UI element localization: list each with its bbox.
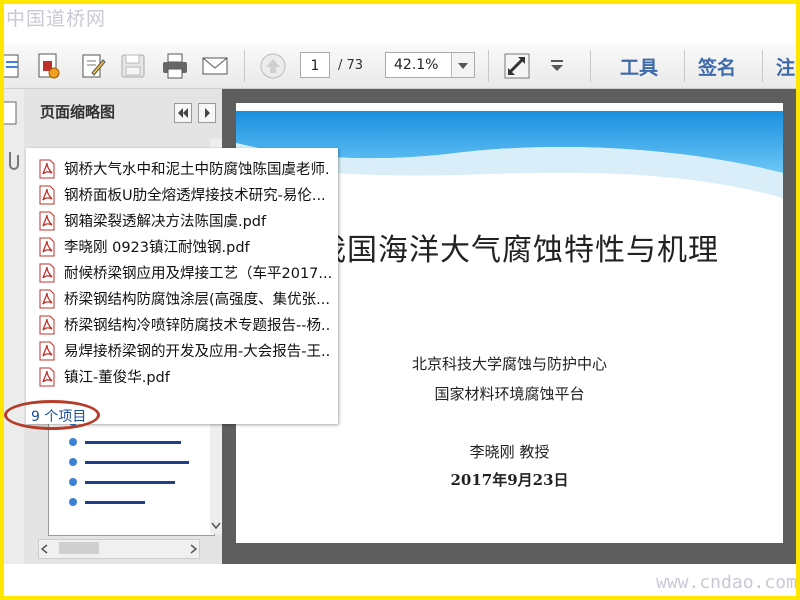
page-number-input[interactable]: 1 <box>300 52 330 78</box>
file-name: 李晓刚 0923镇江耐蚀钢.pdf <box>64 240 250 256</box>
chevron-left-icon[interactable] <box>41 544 49 554</box>
thumbnail-bullet <box>69 458 77 466</box>
fit-page-icon[interactable] <box>502 51 532 81</box>
file-name: 镇江-董俊华.pdf <box>64 370 170 386</box>
toolbar-separator <box>762 50 763 82</box>
thumbnail-line <box>85 441 181 444</box>
attachments-popup: 钢桥大气水中和泥土中防腐蚀陈国虞老师. 钢桥面板U肋全熔透焊接技术研究-易伦...… <box>26 148 338 425</box>
pdf-file-icon <box>39 211 55 231</box>
pdf-file-icon <box>39 289 55 309</box>
pdf-file-icon <box>39 185 55 205</box>
pdf-file-icon <box>39 315 55 335</box>
toolbar-separator <box>684 50 685 82</box>
tools-menu[interactable]: 工具 <box>620 53 658 80</box>
thumbnail-line <box>85 461 189 464</box>
navigation-strip <box>4 89 25 564</box>
document-author: 李晓刚 教授 <box>469 443 550 461</box>
thumbnail-bullet <box>69 498 77 506</box>
email-icon[interactable] <box>200 51 230 81</box>
file-name: 钢箱梁裂透解决方法陈国虞.pdf <box>64 214 267 230</box>
highlight-ellipse <box>4 400 100 430</box>
chevron-down-icon[interactable] <box>451 53 474 77</box>
horizontal-scrollbar[interactable] <box>38 539 200 559</box>
pdf-file-icon <box>39 159 55 179</box>
attachment-icon[interactable] <box>4 149 22 171</box>
sign-menu[interactable]: 签名 <box>698 53 736 80</box>
page-thumbnails-icon[interactable] <box>4 99 20 129</box>
watermark-top: 中国道桥网 <box>6 8 107 30</box>
panel-options-button[interactable] <box>198 103 216 123</box>
zoom-select[interactable]: 42.1% <box>385 52 475 78</box>
toolbar-separator <box>488 50 489 82</box>
previous-page-icon[interactable] <box>258 51 288 81</box>
file-name: 耐候桥梁钢应用及焊接工艺（车平2017... <box>64 266 333 282</box>
pdf-file-icon <box>39 341 55 361</box>
file-name: 钢桥面板U肋全熔透焊接技术研究-易伦... <box>64 188 326 204</box>
comment-menu[interactable]: 注 <box>776 53 795 80</box>
thumbnail-bullet <box>69 478 77 486</box>
toolbar: 1 / 73 42.1% 工具 签名 注 <box>4 44 796 89</box>
panel-title: 页面缩略图 <box>40 103 116 121</box>
double-chevron-left-icon <box>178 108 188 118</box>
app-window: 中国道桥网 1 / 73 42.1% 工具 签名 注 页面缩略图 我国海洋大气腐… <box>4 4 796 596</box>
pdf-file-icon <box>39 237 55 257</box>
file-name: 钢桥大气水中和泥土中防腐蚀陈国虞老师. <box>64 162 330 178</box>
thumbnail-bullet <box>69 438 77 446</box>
page-total: / 73 <box>338 58 364 73</box>
bottom-bar: www.cndao.com <box>4 564 796 596</box>
chevron-down-icon[interactable] <box>211 522 221 530</box>
chevron-right-icon <box>205 108 210 118</box>
save-icon[interactable] <box>118 51 148 81</box>
print-icon[interactable] <box>160 51 190 81</box>
document-date: 2017年9月23日 <box>450 471 569 489</box>
chevron-right-icon[interactable] <box>189 544 197 554</box>
file-name: 易焊接桥梁钢的开发及应用-大会报告-王.. <box>64 344 331 360</box>
collapse-panel-button[interactable] <box>174 103 192 123</box>
edit-document-icon[interactable] <box>78 51 108 81</box>
scrollbar-thumb[interactable] <box>59 542 99 554</box>
toolbar-separator <box>244 50 245 82</box>
file-name: 桥梁钢结构防腐蚀涂层(高强度、集优张... <box>64 292 330 308</box>
watermark-bottom: www.cndao.com <box>656 572 796 593</box>
pdf-file-icon <box>39 367 55 387</box>
create-pdf-icon[interactable] <box>34 51 64 81</box>
document-icon[interactable] <box>4 51 28 81</box>
thumbnail-line <box>85 481 175 484</box>
pdf-file-icon <box>39 263 55 283</box>
file-name: 桥梁钢结构冷喷锌防腐技术专题报告--杨.. <box>64 318 331 334</box>
more-options-icon[interactable] <box>542 51 572 81</box>
toolbar-separator <box>590 50 591 82</box>
zoom-value: 42.1% <box>394 57 439 73</box>
document-title: 我国海洋大气腐蚀特性与机理 <box>316 233 719 268</box>
thumbnail-line <box>85 501 145 504</box>
